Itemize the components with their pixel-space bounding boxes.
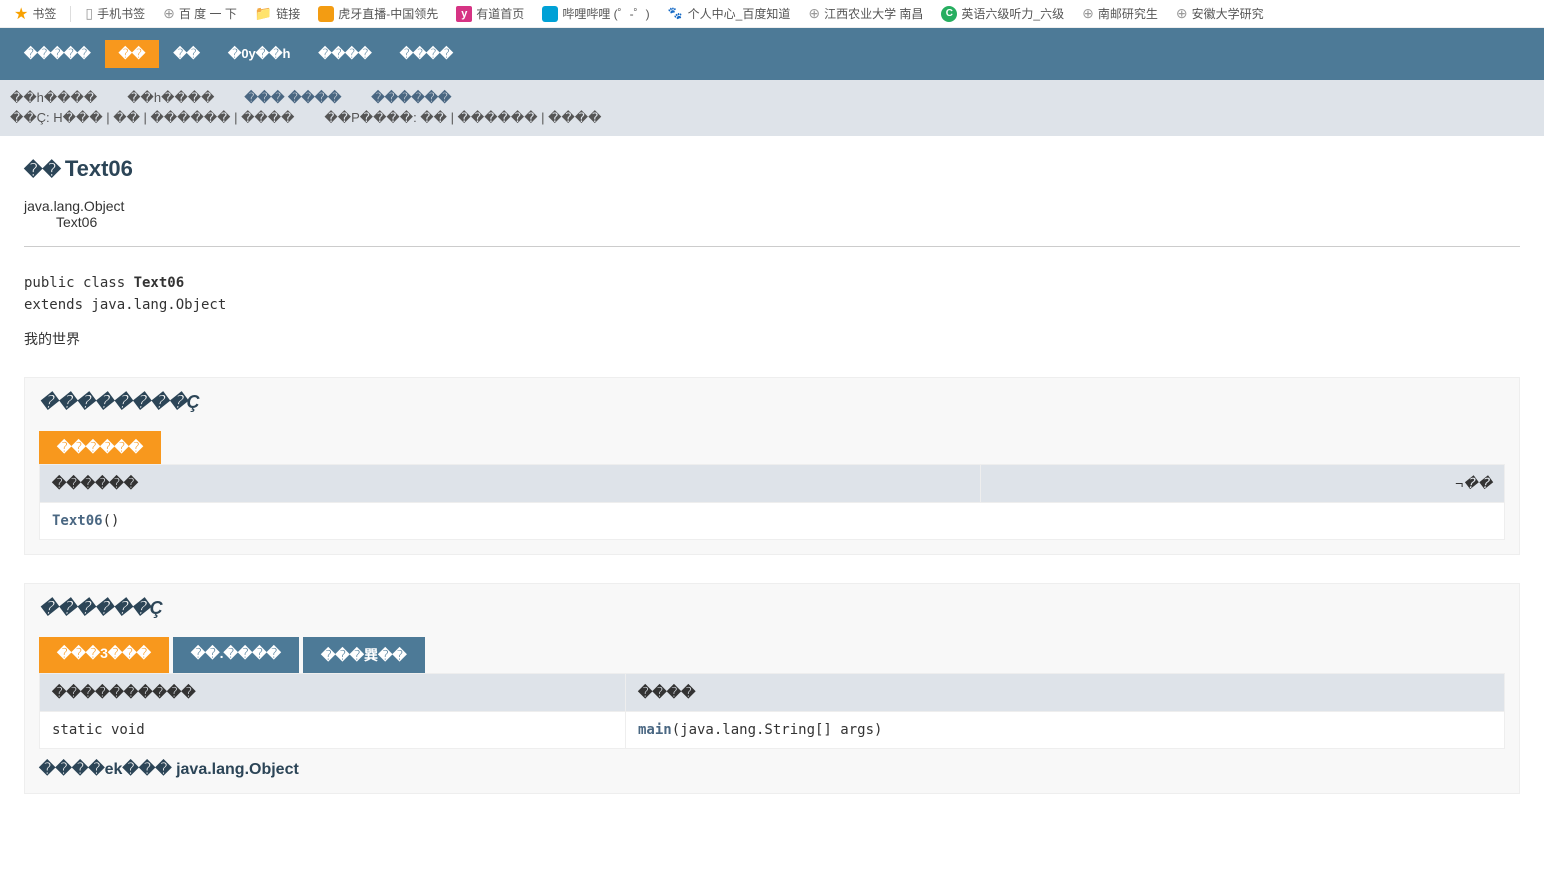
inheritance-parent: java.lang.Object xyxy=(24,198,1520,214)
class-name: Text06 xyxy=(65,156,133,181)
nav-item-5[interactable]: ���� xyxy=(386,40,467,68)
bookmark-njupt[interactable]: ⊕ 南邮研究生 xyxy=(1076,3,1164,24)
huya-icon xyxy=(318,6,334,22)
nav-item-1[interactable]: �� xyxy=(105,40,160,68)
class-declaration: public class Text06 xyxy=(24,275,1520,291)
method-summary: ������Ç ���3��� ��.���� ���巽�� ���������… xyxy=(24,583,1520,794)
bookmark-huya[interactable]: 虎牙直播-中国领先 xyxy=(312,3,444,24)
bookmark-bili[interactable]: 哔哩哔哩 (゜-゜) xyxy=(536,3,655,24)
sub-nav: ��h���� ��h���� ��� ���� ������ ��Ç: H��… xyxy=(0,80,1544,136)
bookmark-label: 书签 xyxy=(32,5,56,22)
sub-nav-row-1: ��h���� ��h���� ��� ���� ������ xyxy=(10,90,1534,106)
bookmark-phone[interactable]: ▯ 手机书签 xyxy=(79,3,151,24)
bookmark-label: 南邮研究生 xyxy=(1098,5,1158,22)
method-link[interactable]: main xyxy=(638,722,672,738)
bookmark-label: 链接 xyxy=(276,5,300,22)
sub-nav-row-2: ��Ç: H��� | �� | ������ | ���� ��P����: … xyxy=(10,110,1534,126)
360-icon: C xyxy=(941,6,957,22)
method-table: ���������� ���� static void main(java.la… xyxy=(39,673,1505,749)
bookmark-label: 手机书签 xyxy=(97,5,145,22)
constructor-summary: ��������Ç ������ ������ ¬�� Text06() xyxy=(24,377,1520,555)
bili-icon xyxy=(542,6,558,22)
table-row: static void main(java.lang.String[] args… xyxy=(40,712,1505,749)
class-extends: extends java.lang.Object xyxy=(24,297,1520,313)
bookmark-baidu-center[interactable]: 🐾 个人中心_百度知道 xyxy=(662,3,797,24)
bookmark-cet6[interactable]: C 英语六级听力_六级 xyxy=(935,3,1070,24)
subnav-text: ��h���� xyxy=(10,90,97,106)
nav-item-3[interactable]: �0y��h xyxy=(214,40,304,68)
table-row: Text06() xyxy=(40,503,1505,540)
decl-pre: public class xyxy=(24,275,134,291)
tab-concrete-methods[interactable]: ���巽�� xyxy=(303,637,425,673)
globe-icon: ⊕ xyxy=(1176,5,1188,22)
bookmark-label: 百 度 一 下 xyxy=(179,5,237,22)
tab-constructors[interactable]: ������ xyxy=(39,431,161,464)
summary-title: ��������Ç xyxy=(39,392,1505,413)
method-sig: (java.lang.String[] args) xyxy=(672,722,883,738)
subnav-link[interactable]: ��� ���� xyxy=(244,90,341,106)
method-tabs: ���3��� ��.���� ���巽�� xyxy=(39,637,1505,673)
folder-icon: 📁 xyxy=(255,5,272,22)
bookmark-youdao[interactable]: y 有道首页 xyxy=(450,3,530,24)
subnav-link[interactable]: ������ xyxy=(371,90,451,106)
bookmark-label: 江西农业大学 南昌 xyxy=(824,5,923,22)
constructor-paren: () xyxy=(103,513,120,529)
baidu-icon: 🐾 xyxy=(668,6,684,22)
bookmark-label: 个人中心_百度知道 xyxy=(688,5,791,22)
th-method: ���� xyxy=(626,674,1505,712)
subnav-text-left: ��Ç: H��� | �� | ������ | ���� xyxy=(10,110,294,126)
divider xyxy=(24,246,1520,247)
subnav-text: ��h���� xyxy=(127,90,214,106)
bookmark-ahu[interactable]: ⊕ 安徽大学研究 xyxy=(1170,3,1270,24)
globe-icon: ⊕ xyxy=(163,5,175,22)
th-modifier: ���������� xyxy=(40,674,626,712)
separator xyxy=(70,6,71,22)
constructor-link[interactable]: Text06 xyxy=(52,513,103,529)
bookmark-label: 哔哩哔哩 (゜-゜) xyxy=(562,5,649,22)
bookmark-label: 虎牙直播-中国领先 xyxy=(338,5,438,22)
tab-all-methods[interactable]: ���3��� xyxy=(39,637,169,673)
globe-icon: ⊕ xyxy=(1082,5,1094,22)
constructor-tabs: ������ xyxy=(39,431,1505,464)
inherited-methods-title: ����ek��� java.lang.Object xyxy=(39,759,1505,779)
tab-static-methods[interactable]: ��.���� xyxy=(173,637,299,673)
bookmark-label: 安徽大学研究 xyxy=(1192,5,1264,22)
bookmarks-bar: ★ 书签 ▯ 手机书签 ⊕ 百 度 一 下 📁 链接 虎牙直播-中国领先 y 有… xyxy=(0,0,1544,28)
top-nav: ����� �� �� �0y��h ���� ���� xyxy=(0,28,1544,80)
class-title: �� Text06 xyxy=(24,156,1520,182)
class-prefix: �� xyxy=(24,160,61,180)
nav-item-0[interactable]: ����� xyxy=(10,40,105,68)
star-icon: ★ xyxy=(14,4,28,24)
bookmark-links[interactable]: 📁 链接 xyxy=(249,3,306,24)
inheritance-tree: java.lang.Object Text06 xyxy=(24,198,1520,230)
inheritance-child: Text06 xyxy=(56,214,1520,230)
nav-item-2[interactable]: �� xyxy=(159,40,214,68)
bookmark-label: 英语六级听力_六级 xyxy=(961,5,1064,22)
bookmark-baidu[interactable]: ⊕ 百 度 一 下 xyxy=(157,3,243,24)
th-desc: ¬�� xyxy=(980,465,1504,503)
class-description: 我的世界 xyxy=(24,329,1520,349)
th-constructor: ������ xyxy=(40,465,981,503)
globe-icon: ⊕ xyxy=(808,5,820,22)
subnav-text-right: ��P����: �� | ������ | ���� xyxy=(324,110,601,126)
phone-icon: ▯ xyxy=(85,5,93,22)
bookmark-fav[interactable]: ★ 书签 xyxy=(8,2,62,26)
constructor-table: ������ ¬�� Text06() xyxy=(39,464,1505,540)
nav-item-4[interactable]: ���� xyxy=(304,40,385,68)
cell-modifier: static void xyxy=(40,712,626,749)
bookmark-label: 有道首页 xyxy=(476,5,524,22)
summary-title: ������Ç xyxy=(39,598,1505,619)
bookmark-jxau[interactable]: ⊕ 江西农业大学 南昌 xyxy=(802,3,929,24)
content: �� Text06 java.lang.Object Text06 public… xyxy=(0,136,1544,814)
decl-cls: Text06 xyxy=(134,275,185,291)
youdao-icon: y xyxy=(456,6,472,22)
